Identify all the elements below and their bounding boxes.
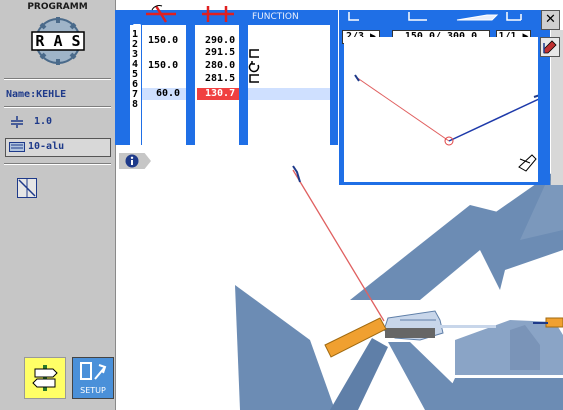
function-column[interactable]	[248, 25, 330, 152]
hem-icon	[249, 74, 259, 83]
material-icon	[9, 142, 25, 152]
bend-line	[292, 169, 385, 322]
hem-icon	[249, 49, 259, 58]
rotate-icon	[248, 61, 260, 73]
backgauge-header-icon	[202, 6, 234, 22]
setup-icon	[80, 362, 107, 380]
gauge-icon	[11, 116, 23, 128]
signpost-button[interactable]	[24, 357, 66, 399]
signpost-icon	[32, 365, 58, 391]
die-block	[385, 328, 435, 338]
material-value: 10-alu	[28, 141, 65, 152]
ras-logo: R A S	[31, 17, 85, 65]
close-icon: ✕	[545, 12, 556, 27]
flange-marker	[292, 165, 301, 183]
table-cell: 150.0	[148, 35, 179, 46]
bend-angle-header-icon	[146, 5, 176, 23]
info-icon	[125, 154, 139, 168]
hand-cursor-icon	[518, 154, 537, 172]
table-cell: 60.0	[156, 88, 181, 99]
flip-icon[interactable]	[17, 178, 37, 198]
table-cell: 291.5	[205, 47, 236, 58]
table-cell: 280.0	[205, 60, 236, 71]
lower-tool-left	[235, 285, 335, 410]
scroll-up-arrow[interactable]	[133, 24, 141, 30]
pencil-icon	[543, 40, 557, 54]
program-name: Name:KEHLE	[6, 89, 67, 100]
table-cell: 150.0	[148, 60, 179, 71]
side-view-canvas	[344, 37, 541, 182]
program-table: FUNCTION 1 2 3 4 5 6 7 8 150.0 150.0 60.…	[115, 5, 338, 152]
thickness-value: 1.0	[34, 116, 53, 127]
setup-button[interactable]: SETUP	[72, 357, 114, 399]
material-field[interactable]: 10-alu	[5, 138, 111, 157]
highlighted-cell: 130.7	[205, 88, 236, 99]
info-tab[interactable]	[119, 153, 151, 169]
pencil-button[interactable]	[540, 37, 560, 57]
close-button[interactable]: ✕	[541, 10, 560, 30]
function-header: FUNCTION	[252, 12, 299, 22]
backstop-block	[455, 320, 563, 375]
backgauge-column[interactable]: 290.0 291.5 280.0 281.5 130.7	[195, 25, 239, 152]
program-label: PROGRAMM	[27, 2, 88, 12]
table-cell: 290.0	[205, 35, 236, 46]
angle-column[interactable]: 150.0 150.0 60.0	[142, 25, 186, 152]
row-number-column: 1 2 3 4 5 6 7 8	[130, 25, 141, 152]
thickness-field[interactable]: 1.0	[6, 114, 111, 130]
left-sidebar: PROGRAMM R A S Name:KEHLE 1.0 10-alu SET…	[0, 0, 116, 410]
setup-label: SETUP	[80, 386, 106, 395]
logo-text: R A S	[35, 32, 80, 50]
table-cell: 281.5	[205, 73, 236, 84]
